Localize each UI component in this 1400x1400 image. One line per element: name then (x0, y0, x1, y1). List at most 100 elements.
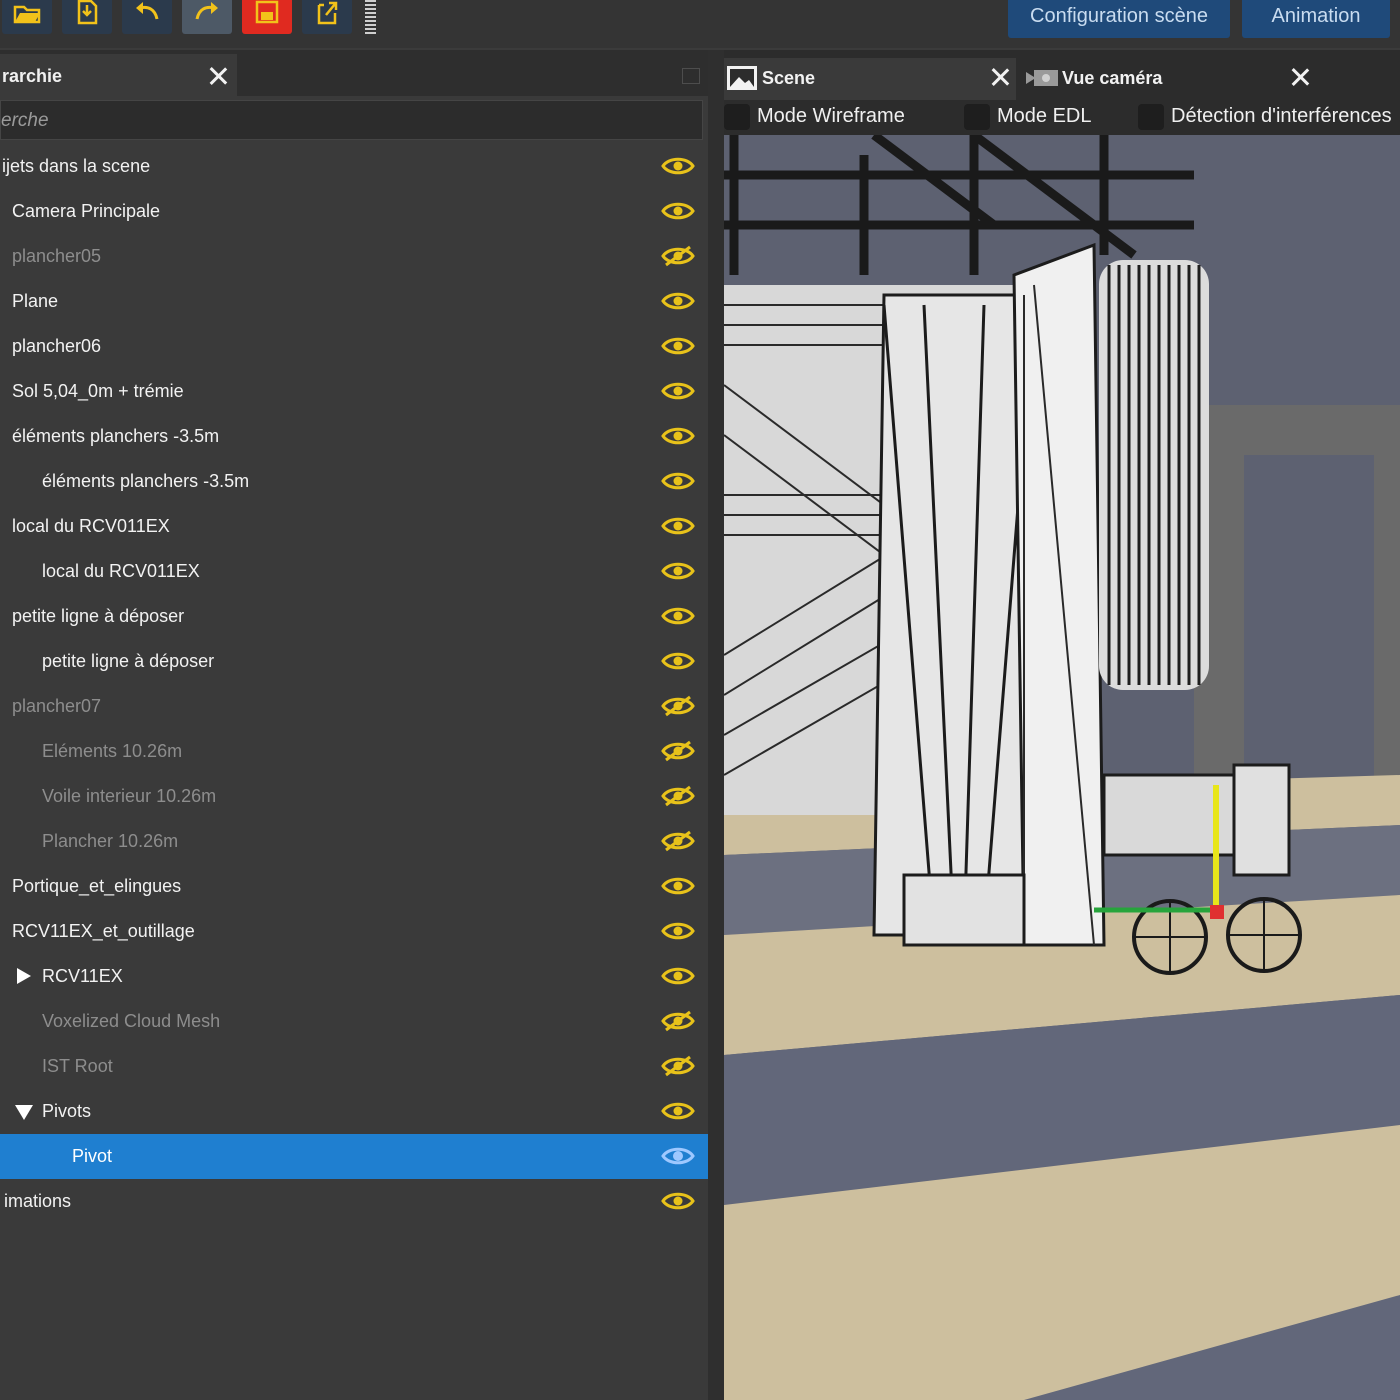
tree-row-label: local du RCV011EX (12, 516, 170, 536)
open-folder-icon (12, 0, 42, 32)
tree-row-imations[interactable]: imations (0, 1179, 708, 1224)
eye-icon[interactable] (661, 604, 695, 628)
tree-row-local-du-rcv011ex[interactable]: local du RCV011EX (0, 504, 708, 549)
tree-row-label: Eléments 10.26m (42, 741, 183, 761)
redo-button[interactable] (182, 0, 232, 34)
tree-row-plancher05[interactable]: plancher05 (0, 234, 708, 279)
tree-row-ijets-dans-la-scene[interactable]: ijets dans la scene (0, 144, 708, 189)
eye-icon[interactable] (661, 334, 695, 358)
tree-row-sol-5-04-0m-tremie[interactable]: Sol 5,04_0m + trémie (0, 369, 708, 414)
eye-hidden-icon[interactable] (661, 784, 695, 808)
tree-row-elements-10-26m[interactable]: Eléments 10.26m (0, 729, 708, 774)
search-placeholder: erche (1, 110, 49, 131)
close-icon[interactable] (207, 65, 229, 87)
tree-row-petite-ligne-a-deposer[interactable]: petite ligne à déposer (0, 594, 708, 639)
tree-row-pivot[interactable]: Pivot (0, 1134, 708, 1179)
tree-row-voile-interieur-10-26m[interactable]: Voile interieur 10.26m (0, 774, 708, 819)
open-button[interactable] (2, 0, 52, 34)
eye-hidden-icon[interactable] (661, 694, 695, 718)
tree-row-elements-planchers-3-5m[interactable]: éléments planchers -3.5m (0, 459, 708, 504)
tree-row-plane[interactable]: Plane (0, 279, 708, 324)
eye-icon[interactable] (661, 559, 695, 583)
tree-row-ist-root[interactable]: IST Root (0, 1044, 708, 1089)
tree-row-plancher07[interactable]: plancher07 (0, 684, 708, 729)
mode-edl-checkbox[interactable] (964, 104, 990, 130)
tree-row-label: IST Root (42, 1056, 113, 1076)
panel-splitter[interactable] (708, 50, 724, 1400)
tree-row-label: petite ligne à déposer (12, 606, 185, 626)
tree-row-portique-et-elingues[interactable]: Portique_et_elingues (0, 864, 708, 909)
tab-camera-view-label: Vue caméra (1062, 68, 1163, 88)
tree-row-plancher-10-26m[interactable]: Plancher 10.26m (0, 819, 708, 864)
eye-icon[interactable] (661, 919, 695, 943)
tree-row-label: éléments planchers -3.5m (42, 471, 250, 491)
tree-row-label: éléments planchers -3.5m (12, 426, 220, 446)
close-icon[interactable] (1289, 66, 1311, 88)
tree-row-label: RCV11EX (42, 966, 123, 986)
tree-row-label: RCV11EX_et_outillage (12, 921, 195, 941)
eye-hidden-icon[interactable] (661, 829, 695, 853)
search-input[interactable]: erche (0, 100, 703, 140)
tree-row-label: Pivots (42, 1101, 92, 1121)
toolbar-grip[interactable] (365, 0, 376, 34)
interference-detection-label: Détection d'interférences (1171, 105, 1392, 127)
eye-icon[interactable] (661, 424, 695, 448)
tree-row-petite-ligne-a-deposer[interactable]: petite ligne à déposer (0, 639, 708, 684)
scene-image-icon (726, 64, 758, 97)
tree-row-voxelized-cloud-mesh[interactable]: Voxelized Cloud Mesh (0, 999, 708, 1044)
tree-row-rcv11ex[interactable]: RCV11EX (0, 954, 708, 999)
eye-hidden-icon[interactable] (661, 1054, 695, 1078)
tree-row-plancher06[interactable]: plancher06 (0, 324, 708, 369)
tab-hierarchy[interactable]: rarchie (0, 54, 237, 96)
expand-arrow-right-icon[interactable] (17, 968, 31, 984)
tab-configuration-scene-label: Configuration scène (1030, 4, 1208, 27)
eye-hidden-icon[interactable] (661, 244, 695, 268)
interference-detection-checkbox[interactable] (1138, 104, 1164, 130)
tab-animation[interactable]: Animation (1242, 0, 1390, 38)
close-icon[interactable] (989, 66, 1011, 88)
tree-row-rcv11ex-et-outillage[interactable]: RCV11EX_et_outillage (0, 909, 708, 954)
eye-icon[interactable] (661, 1144, 695, 1168)
float-panel-icon[interactable] (682, 68, 700, 84)
export-button[interactable] (302, 0, 352, 34)
tree-row-label: Pivot (72, 1146, 113, 1166)
eye-icon[interactable] (661, 289, 695, 313)
tree-row-label: Voile interieur 10.26m (42, 786, 217, 806)
save-button[interactable] (242, 0, 292, 34)
eye-icon[interactable] (661, 649, 695, 673)
save-icon (252, 0, 282, 32)
eye-icon[interactable] (661, 154, 695, 178)
tree-row-camera-principale[interactable]: Camera Principale (0, 189, 708, 234)
tab-scene[interactable]: Scene (724, 58, 1016, 100)
hierarchy-panel: rarchie erche ijets dans la scene Camera … (0, 50, 708, 1400)
eye-hidden-icon[interactable] (661, 1009, 695, 1033)
undo-button[interactable] (122, 0, 172, 34)
tab-hierarchy-label: rarchie (2, 66, 63, 86)
tree-row-local-du-rcv011ex[interactable]: local du RCV011EX (0, 549, 708, 594)
eye-icon[interactable] (661, 514, 695, 538)
eye-icon[interactable] (661, 964, 695, 988)
3d-viewport[interactable] (724, 135, 1400, 1400)
tree-row-label: petite ligne à déposer (42, 651, 215, 671)
expand-arrow-down-icon[interactable] (15, 1105, 33, 1120)
tab-configuration-scene[interactable]: Configuration scène (1008, 0, 1230, 38)
redo-icon (192, 0, 222, 32)
tree-row-elements-planchers-3-5m[interactable]: éléments planchers -3.5m (0, 414, 708, 459)
eye-icon[interactable] (661, 379, 695, 403)
tree-row-label: plancher06 (12, 336, 102, 356)
import-button[interactable] (62, 0, 112, 34)
eye-icon[interactable] (661, 469, 695, 493)
eye-icon[interactable] (661, 1099, 695, 1123)
mode-wireframe-label: Mode Wireframe (757, 105, 905, 127)
eye-icon[interactable] (661, 199, 695, 223)
eye-icon[interactable] (661, 874, 695, 898)
import-icon (72, 0, 102, 32)
tree-row-pivots[interactable]: Pivots (0, 1089, 708, 1134)
scene-render (724, 135, 1400, 1400)
eye-icon[interactable] (661, 1189, 695, 1213)
mode-wireframe-checkbox[interactable] (724, 104, 750, 130)
tab-camera-view[interactable]: Vue caméra (1022, 58, 1322, 100)
undo-icon (132, 0, 162, 32)
export-icon (312, 0, 342, 32)
eye-hidden-icon[interactable] (661, 739, 695, 763)
